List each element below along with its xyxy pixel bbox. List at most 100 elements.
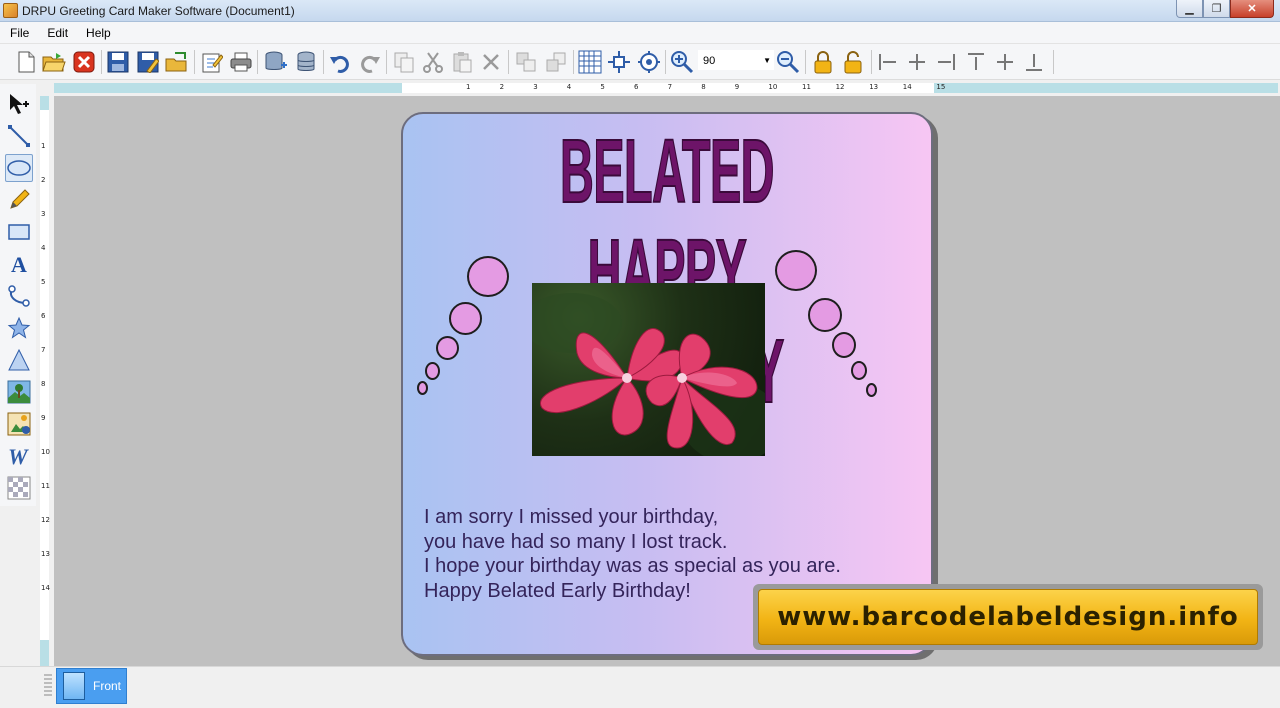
decor-bubble[interactable] [425,362,440,380]
ruler-label: 2 [499,83,505,91]
print-icon[interactable] [229,50,253,74]
menu-help[interactable]: Help [86,26,111,40]
bring-front-icon[interactable] [514,50,538,74]
triangle-tool-icon[interactable] [5,346,33,374]
ruler-label: 9 [734,83,740,91]
select-tool-icon[interactable] [5,90,33,118]
menu-edit[interactable]: Edit [47,26,68,40]
export-icon[interactable] [165,50,189,74]
decor-bubble[interactable] [449,302,482,335]
grid-icon[interactable] [578,50,602,74]
grip-handle [44,674,52,698]
vertical-ruler: 1 2 3 4 5 6 7 8 9 10 11 12 13 14 [40,96,50,666]
decor-bubble[interactable] [832,332,856,358]
ruler-label: 12 [835,83,845,91]
decor-bubble[interactable] [436,336,459,360]
message-line: I hope your birthday was as special as y… [424,555,841,577]
menu-file[interactable]: File [10,26,29,40]
menu-bar: File Edit Help [0,22,1280,44]
align-top-icon[interactable] [964,50,988,74]
align-left-icon[interactable] [876,50,900,74]
decor-bubble[interactable] [417,381,428,395]
ruler-label: 11 [41,482,50,490]
align-bottom-icon[interactable] [1022,50,1046,74]
pencil-tool-icon[interactable] [5,186,33,214]
edit-icon[interactable] [200,50,224,74]
ruler-label: 6 [41,312,46,320]
cut-icon[interactable] [421,50,445,74]
database-add-icon[interactable] [264,50,288,74]
ruler-label: 8 [701,83,706,91]
page-tabs-bar [0,666,1280,708]
unlock-icon[interactable] [841,50,865,74]
flower-photo[interactable] [532,283,765,456]
zoom-in-icon[interactable] [670,50,694,74]
arc-tool-icon[interactable] [5,282,33,310]
zoom-settings-icon[interactable] [637,50,661,74]
ruler-label: 9 [41,414,46,422]
drawing-tools-panel: A W [0,84,36,506]
send-back-icon[interactable] [544,50,568,74]
ruler-label: 6 [634,83,639,91]
maximize-button[interactable]: ❐ [1203,0,1230,18]
window-title: DRPU Greeting Card Maker Software (Docum… [22,4,295,18]
page-tab-label: Front [93,679,122,693]
redo-icon[interactable] [358,50,382,74]
zoom-out-icon[interactable] [776,50,800,74]
align-center-icon[interactable] [905,50,929,74]
ruler-label: 3 [533,83,538,91]
page-icon [63,672,85,700]
zoom-value: 90 [703,55,716,67]
save-icon[interactable] [106,50,130,74]
decor-bubble[interactable] [775,250,817,291]
word-art-tool-icon[interactable]: W [5,442,33,470]
align-middle-icon[interactable] [993,50,1017,74]
ruler-label: 8 [41,380,46,388]
ruler-label: 13 [41,550,50,558]
page-tab-front[interactable]: Front [56,668,127,704]
line-tool-icon[interactable] [5,122,33,150]
ruler-label: 1 [466,83,471,91]
horizontal-ruler: 1 2 3 4 5 6 7 8 9 10 11 12 13 14 15 [54,83,1278,93]
title-bar: DRPU Greeting Card Maker Software (Docum… [0,0,1280,22]
close-doc-icon[interactable] [72,50,96,74]
paste-icon[interactable] [450,50,474,74]
message-line: you have had so many I lost track. [424,530,728,553]
main-toolbar [0,44,1280,80]
save-as-icon[interactable] [136,50,160,74]
picture-tool-icon[interactable] [5,410,33,438]
star-tool-icon[interactable] [5,314,33,342]
ruler-label: 4 [566,83,572,91]
fit-icon[interactable] [607,50,631,74]
background-tool-icon[interactable] [5,474,33,502]
new-icon[interactable] [14,50,38,74]
message-line: I am sorry I missed your birthday, [424,506,719,528]
ruler-label: 5 [600,83,605,91]
rectangle-tool-icon[interactable] [5,218,33,246]
undo-icon[interactable] [328,50,352,74]
ruler-label: 14 [41,584,50,592]
database-icon[interactable] [294,50,318,74]
ruler-label: 2 [41,176,46,184]
copy-icon[interactable] [392,50,416,74]
delete-icon[interactable] [479,50,503,74]
svg-text:W: W [8,444,29,468]
lock-icon[interactable] [811,50,835,74]
image-tool-icon[interactable] [5,378,33,406]
ruler-label: 11 [802,83,811,91]
decor-bubble[interactable] [866,383,877,397]
decor-bubble[interactable] [467,256,509,297]
open-icon[interactable] [42,50,66,74]
minimize-button[interactable]: ▁ [1176,0,1203,18]
close-button[interactable]: ✕ [1230,0,1274,18]
svg-text:A: A [11,252,27,276]
ruler-label: 10 [768,83,778,91]
align-right-icon[interactable] [934,50,958,74]
watermark-text: www.barcodelabeldesign.info [777,602,1239,632]
decor-bubble[interactable] [851,361,867,380]
zoom-combo[interactable]: 90 ▼ [698,50,774,70]
decor-bubble[interactable] [808,298,842,332]
chevron-down-icon[interactable]: ▼ [763,51,771,71]
ellipse-tool-icon[interactable] [5,154,33,182]
text-tool-icon[interactable]: A [5,250,33,278]
